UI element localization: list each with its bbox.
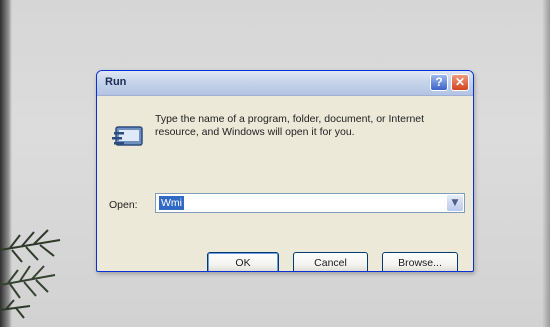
help-button[interactable]: ? [430, 74, 448, 91]
ok-button[interactable]: OK [207, 252, 279, 271]
title-bar[interactable]: Run ? ✕ [97, 71, 473, 96]
run-dialog: Run ? ✕ Type the name of a program, fold… [96, 70, 474, 272]
open-combobox[interactable]: Wmi ▼ [155, 193, 465, 213]
open-label: Open: [109, 199, 138, 211]
tree-branch [0, 229, 61, 319]
dialog-description: Type the name of a program, folder, docu… [155, 113, 425, 138]
run-icon [112, 126, 143, 146]
help-icon: ? [435, 75, 443, 89]
close-button[interactable]: ✕ [451, 74, 469, 91]
dialog-body: Type the name of a program, folder, docu… [97, 96, 473, 271]
browse-button[interactable]: Browse... [382, 252, 458, 271]
photo-edge-right [542, 0, 550, 327]
open-input-value[interactable]: Wmi [159, 196, 184, 210]
close-icon: ✕ [454, 75, 466, 89]
dropdown-arrow-icon[interactable]: ▼ [447, 195, 463, 211]
cancel-button[interactable]: Cancel [293, 252, 368, 271]
dialog-title: Run [105, 76, 127, 88]
